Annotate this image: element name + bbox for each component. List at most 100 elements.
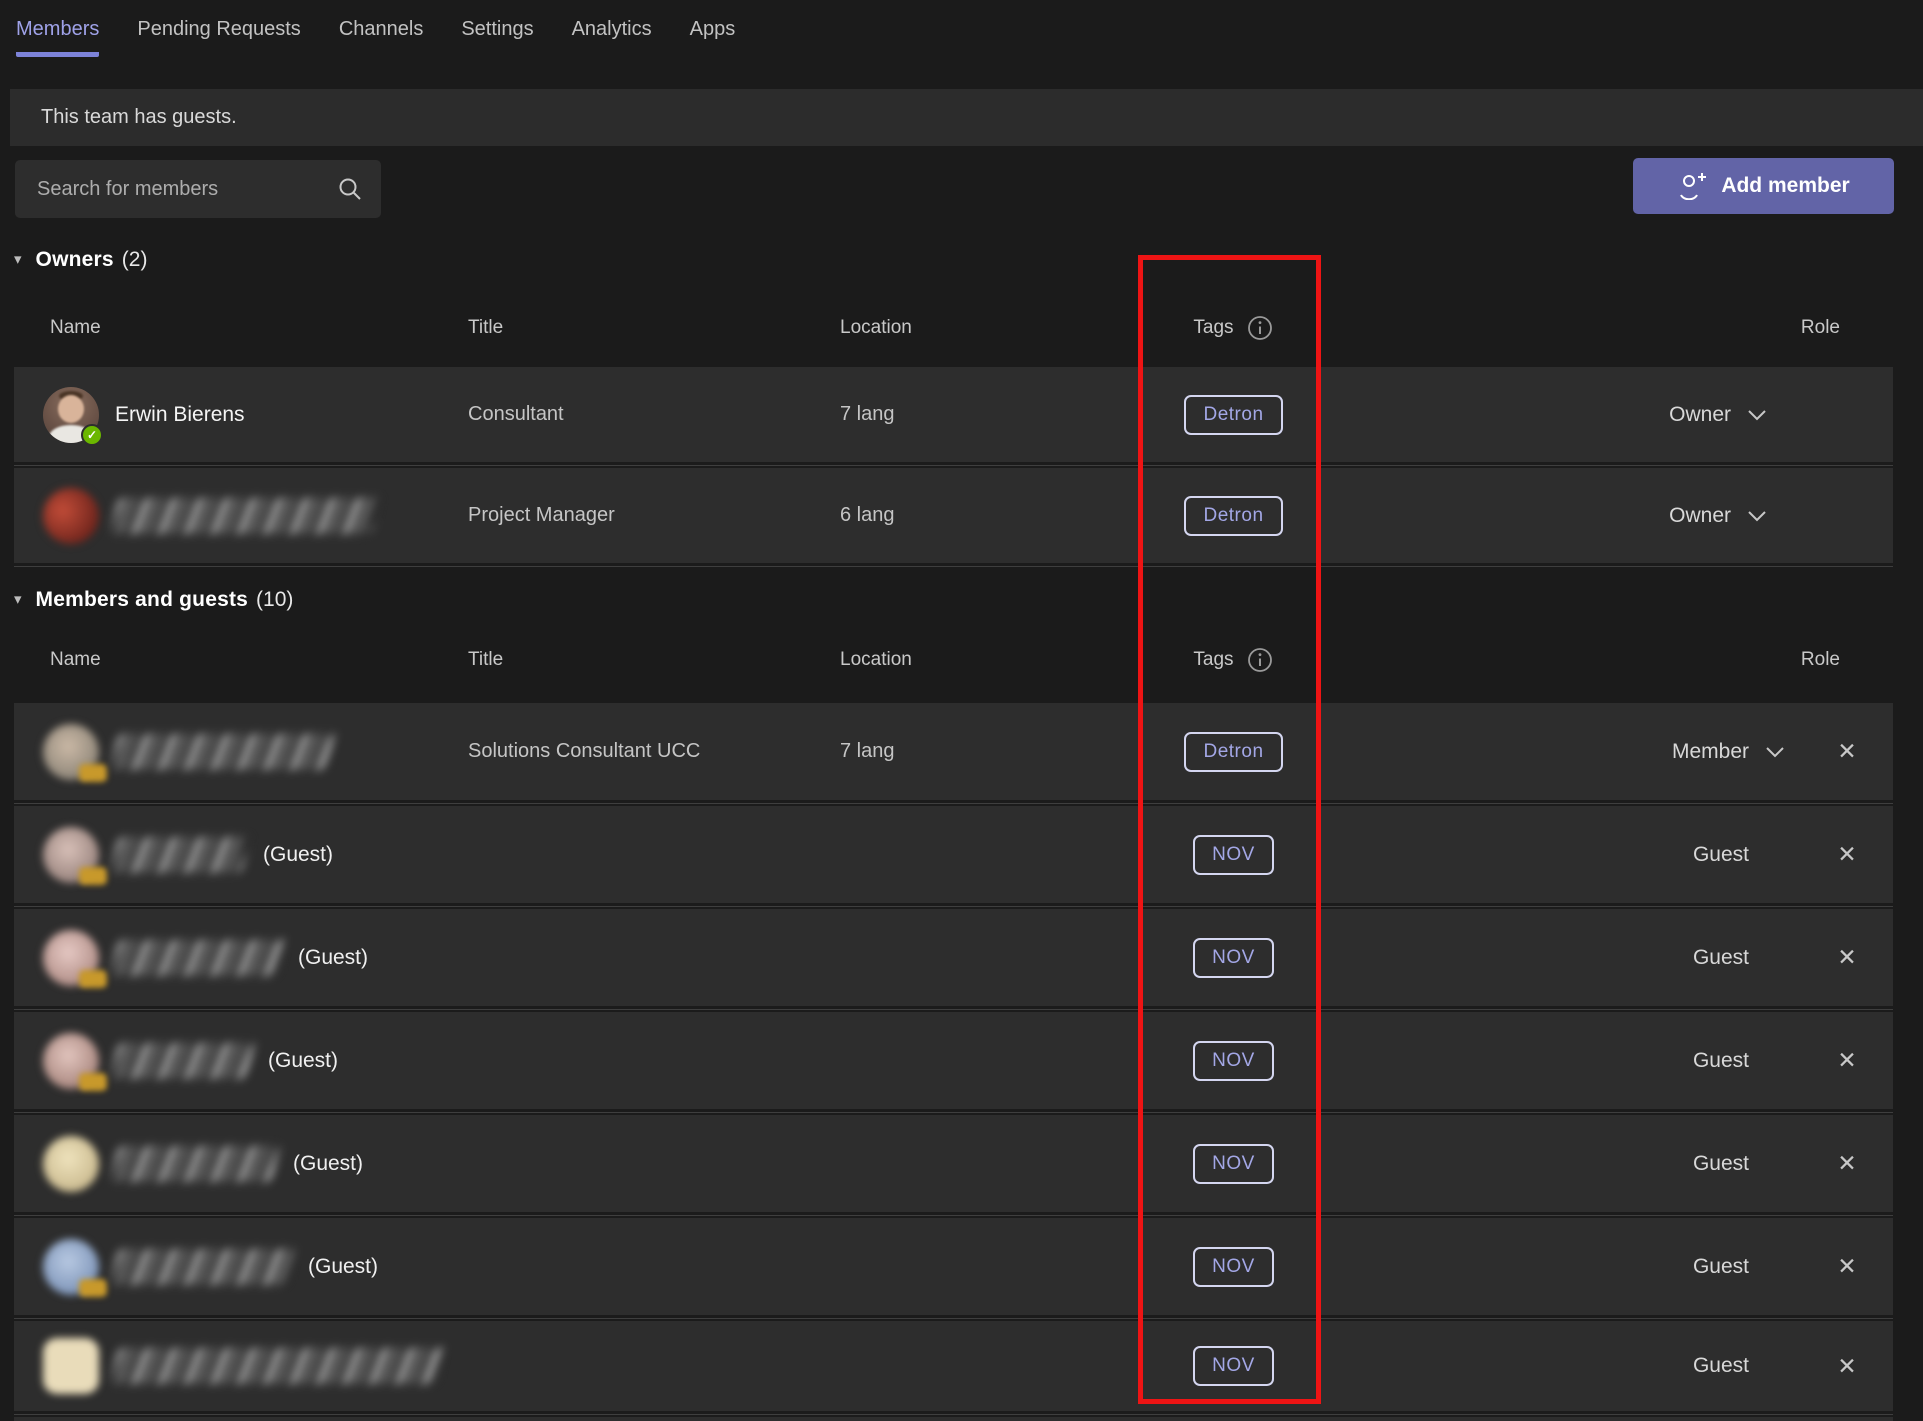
guest-suffix: (Guest) [308, 1254, 379, 1278]
avatar-redacted [43, 487, 99, 544]
member-location: 6 lang [840, 504, 895, 526]
tab-settings[interactable]: Settings [461, 16, 533, 52]
presence-available-icon: ✓ [81, 423, 103, 446]
search-icon[interactable] [337, 176, 363, 202]
redacted-name [111, 497, 379, 534]
guest-suffix: (Guest) [298, 945, 369, 969]
avatar-redacted [43, 1032, 107, 1091]
role-label: Guest [1692, 945, 1749, 969]
redacted-name [111, 1042, 254, 1079]
tag-badge[interactable]: NOV [1193, 834, 1274, 875]
collapse-chevron-icon[interactable]: ▾ [14, 590, 22, 608]
members-column-header: Name Title Location Tags Role [14, 630, 1893, 690]
table-row: NOV Guest ✕ [14, 1321, 1893, 1415]
remove-member-icon[interactable]: ✕ [1801, 1150, 1893, 1177]
guest-badge-icon [79, 1278, 107, 1297]
role-label: Guest [1692, 1354, 1749, 1377]
info-icon[interactable] [1246, 646, 1274, 674]
tab-pending-requests[interactable]: Pending Requests [137, 16, 300, 52]
add-member-button[interactable]: Add member [1633, 158, 1894, 214]
role-label: Guest [1692, 1254, 1749, 1278]
owners-column-header: Name Title Location Tags Role [14, 298, 1893, 358]
tab-analytics[interactable]: Analytics [572, 16, 652, 52]
column-tags: Tags [1193, 317, 1234, 338]
guest-badge-icon [79, 969, 107, 988]
table-row: (Guest) NOV Guest ✕ [14, 1115, 1893, 1216]
avatar-redacted [43, 1338, 99, 1394]
search-input[interactable] [15, 177, 337, 201]
remove-member-icon[interactable]: ✕ [1801, 738, 1893, 765]
table-row-partial [14, 1417, 1893, 1421]
column-role: Role [1800, 317, 1840, 338]
tag-badge[interactable]: NOV [1193, 937, 1274, 978]
redacted-name [111, 939, 284, 976]
chevron-down-icon[interactable] [1731, 503, 1783, 529]
role-dropdown-label[interactable]: Owner [1669, 504, 1731, 528]
avatar-redacted [43, 1135, 99, 1192]
tag-badge[interactable]: Detron [1184, 495, 1283, 536]
guest-badge-icon [79, 763, 107, 782]
table-row: Solutions Consultant UCC 7 lang Detron M… [14, 703, 1893, 804]
member-location: 7 lang [840, 740, 895, 762]
role-label: Guest [1692, 842, 1749, 866]
team-members-page: Members Pending Requests Channels Settin… [0, 0, 1923, 1421]
collapse-chevron-icon[interactable]: ▾ [14, 250, 22, 268]
role-dropdown-label[interactable]: Member [1672, 740, 1749, 764]
remove-member-icon[interactable]: ✕ [1801, 1353, 1893, 1380]
tab-apps[interactable]: Apps [690, 16, 736, 52]
column-title: Title [468, 649, 504, 670]
redacted-name [111, 836, 249, 873]
table-row: (Guest) NOV Guest ✕ [14, 1012, 1893, 1113]
info-icon[interactable] [1246, 314, 1274, 342]
tab-members[interactable]: Members [16, 16, 100, 57]
remove-member-icon[interactable]: ✕ [1801, 944, 1893, 971]
remove-member-icon[interactable]: ✕ [1801, 1253, 1893, 1280]
guest-suffix: (Guest) [263, 842, 334, 866]
remove-member-icon[interactable]: ✕ [1801, 841, 1893, 868]
tag-badge[interactable]: NOV [1193, 1143, 1274, 1184]
member-title: Consultant [468, 403, 564, 425]
column-title: Title [468, 317, 504, 338]
guests-banner-text: This team has guests. [41, 106, 237, 128]
tag-badge[interactable]: Detron [1184, 731, 1283, 772]
search-box [15, 160, 381, 218]
guest-badge-icon [79, 866, 107, 885]
redacted-name [111, 1145, 279, 1182]
add-member-label: Add member [1721, 174, 1850, 197]
section-count: (2) [121, 248, 148, 271]
tag-badge[interactable]: NOV [1193, 1246, 1274, 1287]
column-location: Location [840, 649, 912, 670]
section-count: (10) [256, 588, 294, 611]
person-add-icon [1677, 172, 1707, 200]
role-label: Guest [1692, 1151, 1749, 1175]
tag-badge[interactable]: Detron [1184, 394, 1283, 435]
tab-bar: Members Pending Requests Channels Settin… [0, 0, 1923, 64]
section-title: Owners [35, 248, 114, 271]
avatar-redacted [43, 826, 107, 885]
chevron-down-icon[interactable] [1749, 739, 1801, 765]
table-row: ✓ Erwin Bierens Consultant 7 lang Detron… [14, 367, 1893, 466]
column-location: Location [840, 317, 912, 338]
table-row: Project Manager 6 lang Detron Owner [14, 468, 1893, 567]
chevron-down-icon[interactable] [1731, 402, 1783, 428]
tag-badge[interactable]: NOV [1193, 1346, 1274, 1386]
guests-banner: This team has guests. [10, 89, 1923, 146]
section-title: Members and guests [35, 588, 249, 611]
table-row: (Guest) NOV Guest ✕ [14, 806, 1893, 907]
column-name: Name [50, 649, 101, 670]
tab-channels[interactable]: Channels [339, 16, 424, 52]
redacted-name [111, 1248, 294, 1285]
members-section-header[interactable]: ▾ Members and guests (10) [14, 588, 293, 612]
remove-member-icon[interactable]: ✕ [1801, 1047, 1893, 1074]
member-title: Project Manager [468, 504, 615, 526]
column-name: Name [50, 317, 101, 338]
guest-suffix: (Guest) [293, 1151, 364, 1175]
guest-suffix: (Guest) [268, 1048, 339, 1072]
role-dropdown-label[interactable]: Owner [1669, 403, 1731, 427]
column-tags: Tags [1193, 649, 1234, 670]
column-role: Role [1800, 649, 1840, 670]
owners-section-header[interactable]: ▾ Owners (2) [14, 248, 147, 272]
member-title: Solutions Consultant UCC [468, 740, 701, 762]
tag-badge[interactable]: NOV [1193, 1040, 1274, 1081]
table-row: (Guest) NOV Guest ✕ [14, 909, 1893, 1010]
